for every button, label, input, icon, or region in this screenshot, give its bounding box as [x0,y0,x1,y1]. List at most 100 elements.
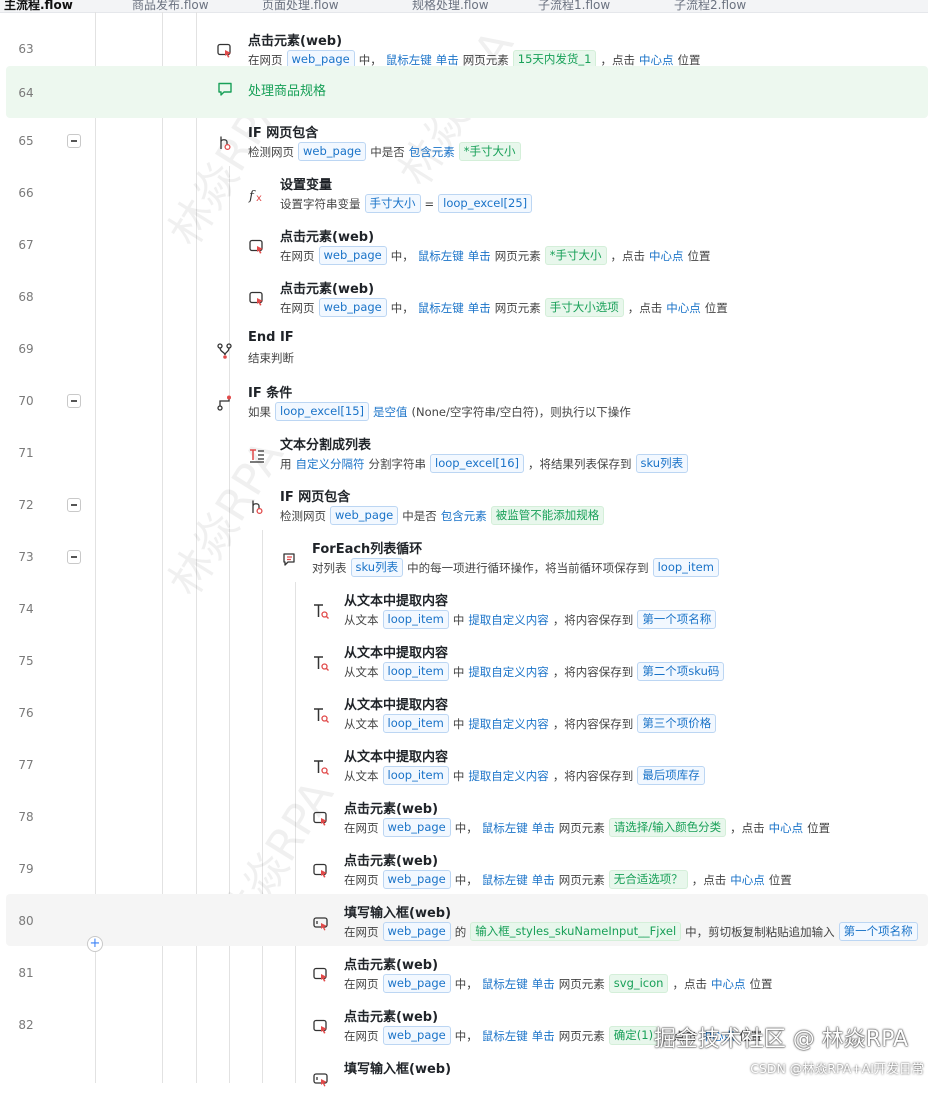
flow-step-row[interactable]: 77 从文本中提取内容 从文本 loop_item 中提取自定义内容 ，将内容保存到 最后项… [6,738,928,790]
flow-step-row[interactable]: 73 ForEach列表循环 对列表 sku列表 中的每一项进行循环操作，将当前循环项保… [6,530,928,582]
collapse-toggle[interactable] [67,134,81,148]
option-link[interactable]: 鼠标左键 [418,248,464,264]
option-link[interactable]: 鼠标左键 [482,820,528,836]
variable-chip[interactable]: 第三个项价格 [637,714,717,733]
variable-chip[interactable]: web_page [382,922,451,941]
step-title: 设置变量 [280,178,333,193]
flow-step-row[interactable]: 69 End IF 结束判断 [6,322,928,374]
element-chip[interactable]: *手寸大小 [544,246,607,265]
step-description: 在网页 web_page 中， 鼠标左键 单击 网页元素 *手寸大小 ，点击 中心点 位置 [280,246,711,265]
collapse-toggle[interactable] [67,498,81,512]
flow-step-row[interactable]: 64 处理商品规格 [6,66,928,118]
option-link[interactable]: 提取自定义内容 [468,716,549,732]
variable-chip[interactable]: loop_item [382,662,449,681]
variable-chip[interactable]: loop_excel[15] [275,402,369,421]
flow-step-row[interactable]: 66 f x 设置变量 设置字符串变量 手寸大小 = loop_excel[25] [6,166,928,218]
variable-chip[interactable]: 最后项库存 [637,766,705,785]
description-text: 从文本 [344,768,379,783]
element-chip[interactable]: 输入框_styles_skuNameInput__Fjxel [470,922,682,941]
element-chip[interactable]: 请选择/输入颜色分类 [608,818,727,837]
option-link[interactable]: 自定义分隔符 [296,456,365,472]
step-description: 对列表 sku列表 中的每一项进行循环操作，将当前循环项保存到 loop_item [312,558,719,577]
option-link[interactable]: 提取自定义内容 [468,664,549,680]
option-link[interactable]: 是空值 [373,404,408,420]
option-link[interactable]: 中心点 [769,820,804,836]
add-step-button[interactable]: + [87,936,103,952]
flow-step-row[interactable]: 71 文本分割成列表用自定义分隔符 分割字符串 loop_excel[16] ，将结果列… [6,426,928,478]
flow-step-row[interactable]: 81 点击元素(web) 在网页 web_page 中， 鼠标左键 单击 网页元素 svg_ic… [6,946,928,998]
line-number: 72 [18,498,34,512]
flow-step-row[interactable]: 78 点击元素(web) 在网页 web_page 中， 鼠标左键 单击 网页元素 请选择/输入… [6,790,928,842]
element-chip[interactable]: 被监管不能添加规格 [490,506,605,525]
step-description: 在网页 web_page 中， 鼠标左键 单击 网页元素 无合适选项？ ，点击 中心点 位置 [344,870,792,889]
flow-step-row[interactable]: 70 IF 条件 如果 loop_excel[15] 是空值 (None/空字符串/空白符… [6,374,928,426]
element-chip[interactable]: 无合适选项？ [608,870,688,889]
description-text: 中 [452,612,465,627]
variable-chip[interactable]: 第二个项sku码 [637,662,725,681]
option-link[interactable]: 中心点 [666,300,701,316]
mouse-click-icon [312,862,330,880]
description-text: 检测网页 [280,508,326,523]
variable-chip[interactable]: loop_item [382,766,449,785]
option-link[interactable]: 单击 [532,872,555,888]
variable-chip[interactable]: loop_item [652,558,719,577]
option-link[interactable]: 提取自定义内容 [468,612,549,628]
flow-step-row[interactable]: 74 从文本中提取内容 从文本 loop_item 中提取自定义内容 ，将内容保存到 第一个… [6,582,928,634]
element-chip[interactable]: svg_icon [608,974,669,993]
option-link[interactable]: 鼠标左键 [482,976,528,992]
option-link[interactable]: 中心点 [649,248,684,264]
description-text: 位置 [768,872,792,887]
variable-chip[interactable]: 手寸大小 [364,194,421,213]
variable-chip[interactable]: web_page [298,142,367,161]
option-link[interactable]: 单击 [532,976,555,992]
step-title: 点击元素(web) [248,34,343,49]
flow-step-row[interactable]: 76 从文本中提取内容 从文本 loop_item 中提取自定义内容 ，将内容保存到 第三个… [6,686,928,738]
variable-chip[interactable]: web_page [382,974,451,993]
option-link[interactable]: 中心点 [730,872,765,888]
variable-chip[interactable]: web_page [382,870,451,889]
flow-step-row[interactable]: 79 点击元素(web) 在网页 web_page 中， 鼠标左键 单击 网页元素 无合适选项？… [6,842,928,894]
element-chip[interactable]: 确定(1) [608,1026,659,1045]
description-text: 网页元素 [558,872,605,887]
variable-chip[interactable]: 第一个项名称 [838,922,918,941]
option-link[interactable]: 提取自定义内容 [468,768,549,784]
variable-chip[interactable]: web_page [318,246,387,265]
option-link[interactable]: 中心点 [711,976,746,992]
option-link[interactable]: 鼠标左键 [482,1028,528,1044]
option-link[interactable]: 鼠标左键 [482,872,528,888]
variable-chip[interactable]: web_page [330,506,399,525]
variable-chip[interactable]: loop_item [382,610,449,629]
option-link[interactable]: 单击 [468,300,491,316]
flow-step-row[interactable]: 72 IF 网页包含 检测网页 web_page 中是否 包含元素 被监管不能添加规格 [6,478,928,530]
step-description: 在网页 web_page 中， 鼠标左键 单击 网页元素 svg_icon ，点击 中心点 位置 [344,974,772,993]
variable-chip[interactable]: web_page [382,1026,451,1045]
variable-chip[interactable]: web_page [318,298,387,317]
flow-step-row[interactable]: 67 点击元素(web) 在网页 web_page 中， 鼠标左键 单击 网页元素 *手寸大小，… [6,218,928,270]
variable-chip[interactable]: 第一个项名称 [637,610,717,629]
flow-step-row[interactable]: 68 点击元素(web) 在网页 web_page 中， 鼠标左键 单击 网页元素 手寸大小选项… [6,270,928,322]
variable-chip[interactable]: web_page [382,818,451,837]
line-number: 74 [18,602,34,616]
variable-chip[interactable]: loop_excel[25] [438,194,533,213]
option-link[interactable]: 鼠标左键 [418,300,464,316]
text-extract-icon [312,654,330,672]
variable-chip[interactable]: sku列表 [635,454,689,473]
option-link[interactable]: 单击 [468,248,491,264]
flow-step-row[interactable]: 80 填写输入框(web) 在网页 web_page 的输入框_styles_skuNa… [6,894,928,946]
description-text: ，点击 [627,300,663,315]
collapse-toggle[interactable] [67,394,81,408]
element-chip[interactable]: 手寸大小选项 [544,298,624,317]
flow-step-row[interactable]: 75 从文本中提取内容 从文本 loop_item 中提取自定义内容 ，将内容保存到 第二个… [6,634,928,686]
mouse-click-icon [248,290,266,308]
option-link[interactable]: 包含元素 [441,508,487,524]
description-text: 网页元素 [558,1028,605,1043]
collapse-toggle[interactable] [67,550,81,564]
variable-chip[interactable]: sku列表 [350,558,404,577]
option-link[interactable]: 包含元素 [409,144,455,160]
variable-chip[interactable]: loop_excel[16] [430,454,524,473]
element-chip[interactable]: *手寸大小 [458,142,521,161]
option-link[interactable]: 单击 [532,1028,555,1044]
variable-chip[interactable]: loop_item [382,714,449,733]
flow-step-row[interactable]: 65 IF 网页包含 检测网页 web_page 中是否 包含元素 *手寸大小 [6,114,928,166]
option-link[interactable]: 单击 [532,820,555,836]
